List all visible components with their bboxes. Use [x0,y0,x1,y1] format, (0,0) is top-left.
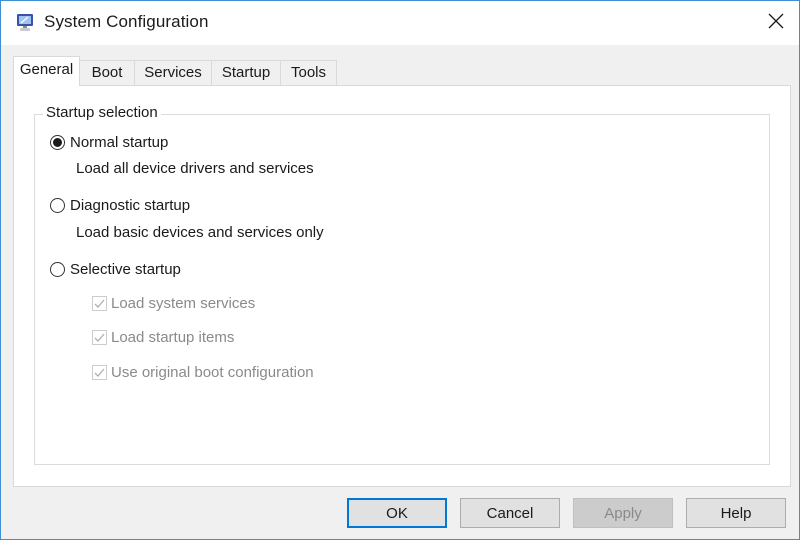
general-tab-panel: Startup selection Normal startup Load al… [13,85,791,487]
ok-button[interactable]: OK [347,498,447,528]
radio-label: Normal startup [70,134,169,151]
tab-general[interactable]: General [13,56,80,86]
tab-tools[interactable]: Tools [280,60,337,85]
selective-startup-radio[interactable]: Selective startup [50,261,181,278]
checkbox-label: Use original boot configuration [111,364,314,381]
title-bar[interactable]: System Configuration [1,1,799,45]
load-system-services-checkbox[interactable]: Load system services [92,295,255,312]
radio-label: Selective startup [70,261,181,278]
cancel-button[interactable]: Cancel [460,498,560,528]
tab-label: Tools [290,64,327,81]
checkbox-label: Load startup items [111,329,235,346]
tab-startup[interactable]: Startup [211,60,281,85]
msconfig-monitor-icon [15,13,35,33]
startup-selection-group: Startup selection Normal startup Load al… [34,104,770,465]
load-startup-items-checkbox[interactable]: Load startup items [92,329,234,346]
dialog-client-area: General Boot Services Startup Tools Star… [1,45,799,539]
checkmark-icon [92,330,107,345]
use-original-boot-config-checkbox[interactable]: Use original boot configuration [92,364,314,381]
group-title: Startup selection [43,104,161,121]
close-icon [768,13,784,33]
radio-unselected-icon [50,198,65,213]
checkmark-icon [92,365,107,380]
diagnostic-startup-radio[interactable]: Diagnostic startup [50,197,190,214]
tab-label: Boot [91,64,123,81]
diagnostic-startup-description: Load basic devices and services only [76,224,324,241]
radio-selected-icon [50,135,65,150]
system-configuration-window: System Configuration General Boot Servic… [0,0,800,540]
checkbox-label: Load system services [111,295,256,312]
radio-unselected-icon [50,262,65,277]
close-button[interactable] [753,1,799,45]
checkmark-icon [92,296,107,311]
tab-services[interactable]: Services [134,60,212,85]
tab-boot[interactable]: Boot [79,60,135,85]
normal-startup-radio[interactable]: Normal startup [50,134,168,151]
window-title: System Configuration [44,12,209,31]
normal-startup-description: Load all device drivers and services [76,160,314,177]
radio-label: Diagnostic startup [70,197,191,214]
apply-button[interactable]: Apply [573,498,673,528]
tab-label: Startup [221,64,271,81]
help-button[interactable]: Help [686,498,786,528]
tab-label: Services [144,64,202,81]
tab-label: General [19,61,74,78]
